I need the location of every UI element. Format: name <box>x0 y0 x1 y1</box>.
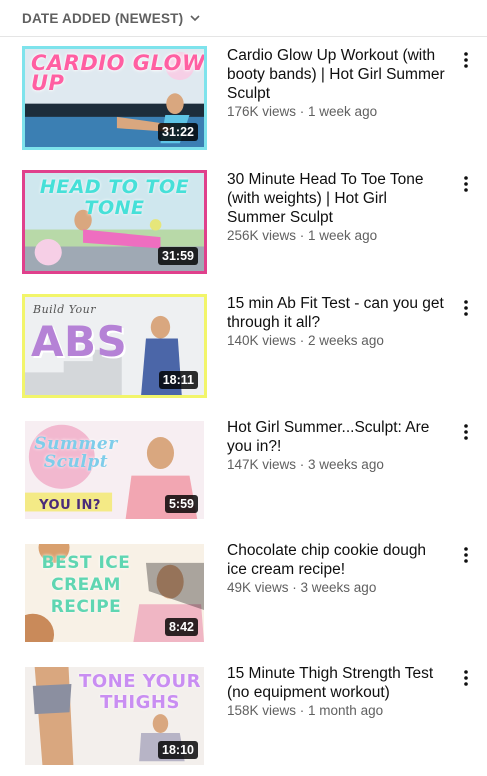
video-meta: 147K views · 3 weeks ago <box>227 457 384 472</box>
thumbnail-badge: Summer Sculpt <box>34 434 118 472</box>
video-row[interactable]: BEST ICE CREAM RECIPE 8:42 Chocolate chi… <box>0 541 487 651</box>
video-thumbnail[interactable]: BEST ICE CREAM RECIPE 8:42 <box>22 541 207 645</box>
more-options-icon[interactable] <box>456 545 476 565</box>
video-row[interactable]: TONE YOUR THIGHS 18:10 15 Minute Thigh S… <box>0 664 487 774</box>
video-thumbnail[interactable]: HEAD TO TOE TONE 31:59 <box>22 170 207 274</box>
video-title[interactable]: Cardio Glow Up Workout (with booty bands… <box>227 46 449 103</box>
video-duration: 18:10 <box>158 741 198 759</box>
video-row[interactable]: Summer Sculpt YOU IN? 5:59 Hot Girl Summ… <box>0 418 487 528</box>
thumbnail-title: TONE YOUR THIGHS <box>79 671 201 713</box>
video-title[interactable]: 15 Minute Thigh Strength Test (no equipm… <box>227 664 449 702</box>
more-options-icon[interactable] <box>456 50 476 70</box>
chevron-down-icon <box>190 15 200 22</box>
video-meta: 176K views · 1 week ago <box>227 104 378 119</box>
video-duration: 31:22 <box>158 123 198 141</box>
thumbnail-title: ABS <box>31 317 128 366</box>
video-thumbnail[interactable]: CARDIO GLOW UP 31:22 <box>22 46 207 150</box>
video-thumbnail[interactable]: Build Your ABS 18:11 <box>22 294 207 398</box>
video-thumbnail[interactable]: TONE YOUR THIGHS 18:10 <box>22 664 207 768</box>
video-meta: 49K views · 3 weeks ago <box>227 580 377 595</box>
thumbnail-title: BEST ICE CREAM RECIPE <box>41 553 131 617</box>
video-duration: 18:11 <box>158 371 198 389</box>
more-options-icon[interactable] <box>456 298 476 318</box>
video-row[interactable]: CARDIO GLOW UP 31:22 Cardio Glow Up Work… <box>0 46 487 156</box>
thumbnail-title: YOU IN? <box>39 498 101 513</box>
video-title[interactable]: Hot Girl Summer...Sculpt: Are you in?! <box>227 418 449 456</box>
thumbnail-title: CARDIO GLOW UP <box>31 51 206 95</box>
video-title[interactable]: 15 min Ab Fit Test - can you get through… <box>227 294 449 332</box>
video-duration: 31:59 <box>158 247 198 265</box>
video-title[interactable]: 30 Minute Head To Toe Tone (with weights… <box>227 170 449 227</box>
video-duration: 5:59 <box>164 495 198 513</box>
sort-label: DATE ADDED (NEWEST) <box>22 10 184 26</box>
thumbnail-title: HEAD TO TOE TONE <box>39 176 190 219</box>
video-meta: 256K views · 1 week ago <box>227 228 378 243</box>
more-options-icon[interactable] <box>456 668 476 688</box>
video-meta: 158K views · 1 month ago <box>227 703 384 718</box>
thumbnail-badge: Build Your <box>33 303 97 316</box>
more-options-icon[interactable] <box>456 422 476 442</box>
video-thumbnail[interactable]: Summer Sculpt YOU IN? 5:59 <box>22 418 207 522</box>
video-meta: 140K views · 2 weeks ago <box>227 333 384 348</box>
video-title[interactable]: Chocolate chip cookie dough ice cream re… <box>227 541 449 579</box>
video-row[interactable]: Build Your ABS 18:11 15 min Ab Fit Test … <box>0 294 487 404</box>
more-options-icon[interactable] <box>456 174 476 194</box>
video-duration: 8:42 <box>164 618 198 636</box>
video-row[interactable]: HEAD TO TOE TONE 31:59 30 Minute Head To… <box>0 170 487 280</box>
divider <box>0 36 487 37</box>
sort-dropdown[interactable]: DATE ADDED (NEWEST) <box>0 0 487 36</box>
